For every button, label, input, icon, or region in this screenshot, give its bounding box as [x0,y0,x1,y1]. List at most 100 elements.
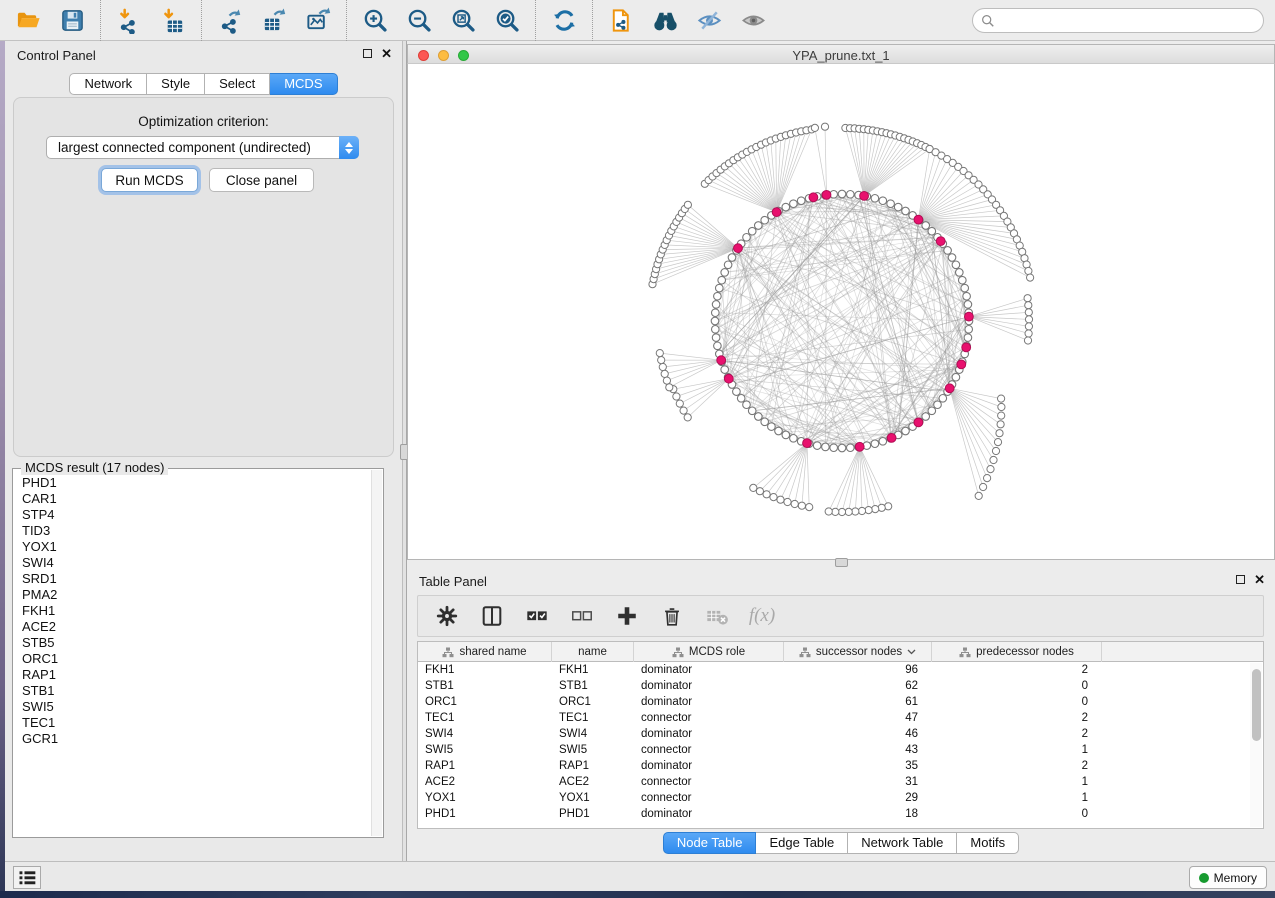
export-image-button[interactable] [303,5,333,35]
node-table: shared namenameMCDS rolesuccessor nodesp… [417,641,1264,829]
export-table-button[interactable] [259,5,289,35]
tab-motifs[interactable]: Motifs [957,832,1019,854]
cell: SWI5 [552,742,634,758]
table-row[interactable]: SWI5SWI5connector431 [418,742,1249,758]
cell: 18 [784,806,932,822]
zoom-selected-icon [494,7,521,34]
table-row[interactable]: RAP1RAP1dominator352 [418,758,1249,774]
result-node-item[interactable]: GCR1 [13,731,371,747]
select-all-button[interactable] [524,603,550,629]
columns-icon [480,604,504,628]
table-row[interactable]: ACE2ACE2connector311 [418,774,1249,790]
cell: 2 [932,758,1102,774]
task-history-button[interactable] [13,866,41,889]
close-panel-button[interactable]: Close panel [209,168,314,192]
settings-button[interactable] [434,603,460,629]
zoom-in-button[interactable] [360,5,390,35]
zoom-fit-button[interactable] [448,5,478,35]
add-column-button[interactable] [614,603,640,629]
table-row[interactable]: FKH1FKH1dominator962 [418,662,1249,678]
show-all-button[interactable] [738,5,768,35]
result-node-item[interactable]: TEC1 [13,715,371,731]
column-type-icon [799,647,811,658]
tab-mcds[interactable]: MCDS [270,73,337,95]
result-node-item[interactable]: SWI4 [13,555,371,571]
column-header-name[interactable]: name [552,642,634,662]
tab-node-table[interactable]: Node Table [663,832,757,854]
column-header-successor-nodes[interactable]: successor nodes [784,642,932,662]
table-panel-title: Table Panel [419,574,487,589]
table-panel-float-button[interactable] [1236,575,1245,584]
cell: TEC1 [552,710,634,726]
refresh-icon [551,7,578,34]
result-node-item[interactable]: SWI5 [13,699,371,715]
tab-network[interactable]: Network [69,73,147,95]
folder-icon [15,7,42,34]
horizontal-splitter-handle[interactable] [835,558,848,567]
result-node-item[interactable]: FKH1 [13,603,371,619]
hide-selected-button[interactable] [694,5,724,35]
network-canvas[interactable] [407,64,1275,560]
eye-slash-icon [696,7,723,34]
result-node-item[interactable]: ORC1 [13,651,371,667]
table-panel-close-button[interactable]: ✕ [1254,574,1265,585]
clone-network-button[interactable] [606,5,636,35]
cell: PHD1 [418,806,552,822]
criterion-select[interactable]: largest connected component (undirected) [46,136,359,159]
tab-edge-table[interactable]: Edge Table [756,832,848,854]
cell: connector [634,774,784,790]
desktop-wallpaper-strip [0,891,1275,898]
zoom-selected-button[interactable] [492,5,522,35]
tab-style[interactable]: Style [147,73,205,95]
table-row[interactable]: SWI4SWI4dominator462 [418,726,1249,742]
result-node-item[interactable]: CAR1 [13,491,371,507]
result-node-item[interactable]: ACE2 [13,619,371,635]
table-row[interactable]: STB1STB1dominator620 [418,678,1249,694]
column-header-predecessor-nodes[interactable]: predecessor nodes [932,642,1102,662]
result-node-item[interactable]: YOX1 [13,539,371,555]
control-panel-close-button[interactable]: ✕ [381,48,392,59]
control-panel-float-button[interactable] [363,49,372,58]
export-network-button[interactable] [215,5,245,35]
apply-layout-button[interactable] [549,5,579,35]
delete-column-button[interactable] [659,603,685,629]
result-node-item[interactable]: STP4 [13,507,371,523]
table-row[interactable]: YOX1YOX1connector291 [418,790,1249,806]
memory-button[interactable]: Memory [1189,866,1267,889]
cell: 46 [784,726,932,742]
import-table-button[interactable] [158,5,188,35]
table-row[interactable]: ORC1ORC1dominator610 [418,694,1249,710]
tab-select[interactable]: Select [205,73,270,95]
result-scrollbar[interactable] [371,470,382,836]
table-scrollbar[interactable] [1250,663,1262,827]
save-session-button[interactable] [57,5,87,35]
deselect-all-button[interactable] [569,603,595,629]
search-box[interactable] [972,8,1264,33]
list-icon [16,868,38,888]
column-header-MCDS-role[interactable]: MCDS role [634,642,784,662]
find-button[interactable] [650,5,680,35]
import-network-button[interactable] [114,5,144,35]
result-node-item[interactable]: STB5 [13,635,371,651]
cell: RAP1 [418,758,552,774]
zoom-out-button[interactable] [404,5,434,35]
table-row[interactable]: PHD1PHD1dominator180 [418,806,1249,822]
result-node-item[interactable]: SRD1 [13,571,371,587]
open-file-button[interactable] [13,5,43,35]
result-node-item[interactable]: TID3 [13,523,371,539]
tab-network-table[interactable]: Network Table [848,832,957,854]
table-panel: Table Panel ✕ f(x) shared namenameMCDS r… [407,567,1275,861]
result-node-item[interactable]: PMA2 [13,587,371,603]
horizontal-splitter[interactable] [407,560,1275,567]
result-node-item[interactable]: RAP1 [13,667,371,683]
show-columns-button[interactable] [479,603,505,629]
result-node-item[interactable]: STB1 [13,683,371,699]
table-row[interactable]: TEC1TEC1connector472 [418,710,1249,726]
table-scrollbar-thumb[interactable] [1252,669,1261,741]
cell: FKH1 [552,662,634,678]
run-mcds-button[interactable]: Run MCDS [101,168,198,192]
result-node-item[interactable]: PHD1 [13,475,371,491]
search-input[interactable] [1000,14,1255,28]
column-header-shared-name[interactable]: shared name [418,642,552,662]
network-window-titlebar[interactable]: YPA_prune.txt_1 [407,44,1275,64]
